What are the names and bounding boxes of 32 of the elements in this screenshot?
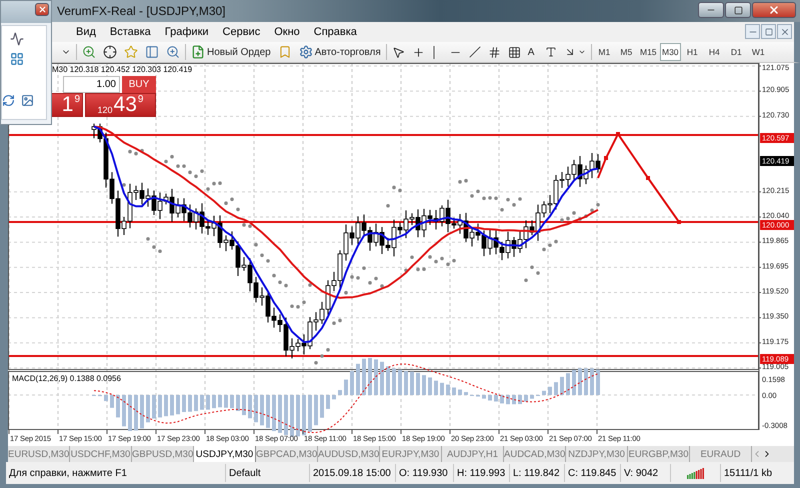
status-text: V: 9042 [621,464,671,482]
menu-item[interactable]: Окно [267,26,307,38]
menu-item[interactable]: Вид [69,26,103,38]
window-title: VerumFX-Real - [USDJPY,M30] [57,4,226,18]
status-text: Default [226,464,310,482]
status-text: H: 119.993 [454,464,510,482]
timeframe-button[interactable]: M30 [660,43,681,61]
volume-field[interactable]: 1.00 [63,76,120,93]
timeframe-button[interactable]: M15 [638,43,659,61]
menu-item[interactable]: Графики [158,26,216,38]
status-text: L: 119.842 [510,464,565,482]
timeframe-button[interactable]: M5 [616,43,637,61]
timeframe-button[interactable]: H4 [704,43,725,61]
auto-trading-button[interactable]: Авто-торговля [296,43,384,61]
status-text: 2015.09.18 15:00 [310,464,396,482]
text-tool-button[interactable]: A [524,43,541,61]
menu-item[interactable]: Вставка [102,26,158,38]
timeframe-button[interactable]: M1 [594,43,615,61]
ohlc-info: M30 120.318 120.452 120.303 120.419 [52,65,192,74]
timeframe-button[interactable]: H1 [682,43,703,61]
menu-item[interactable]: Сервис [216,26,268,38]
macd-label: MACD(12,26,9) 0.1388 0.0956 [12,374,121,383]
buy-button[interactable]: BUY [122,76,156,93]
new-order-button[interactable]: Новый Ордер [188,43,274,61]
menu-item[interactable]: Справка [306,26,364,38]
status-text: 15111/1 kb [723,466,774,480]
status-text: Для справки, нажмите F1 [6,464,226,482]
timeframe-button[interactable]: W1 [748,43,769,61]
timeframe-button[interactable]: D1 [726,43,747,61]
status-text: O: 119.930 [396,464,454,482]
chart-tab[interactable]: USDJPY,M30 [194,446,256,462]
status-text: C: 119.845 [565,464,621,482]
